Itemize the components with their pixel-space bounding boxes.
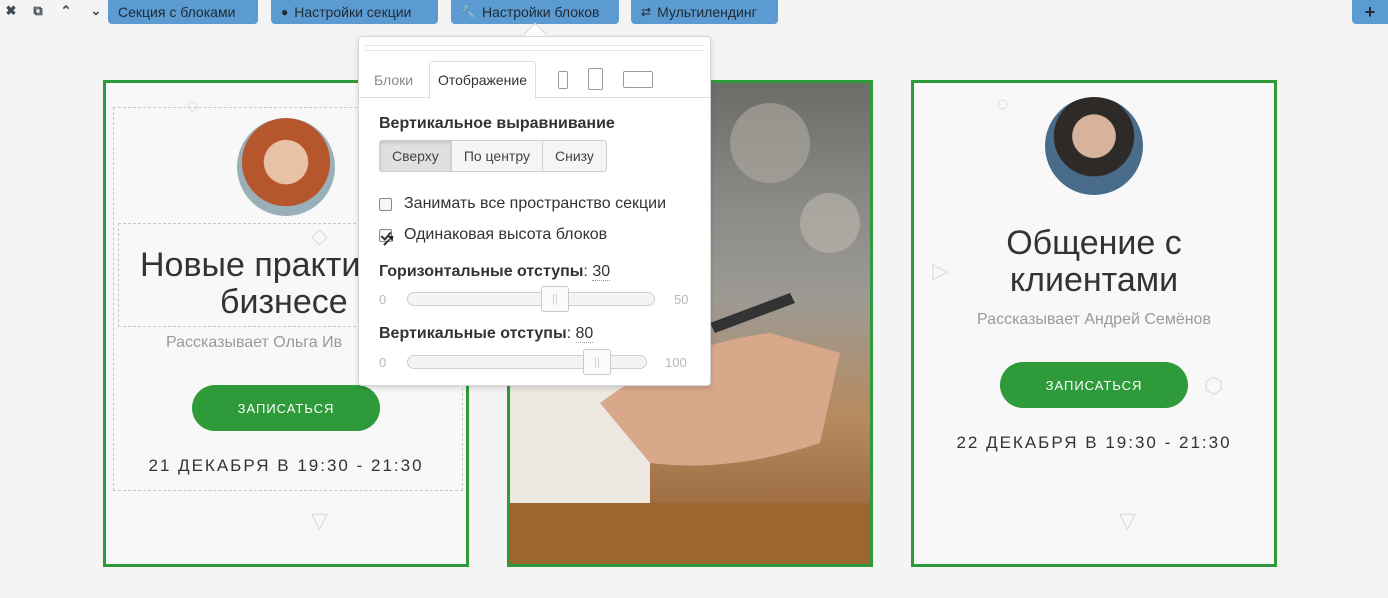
- card-title: Общение с клиентами: [1006, 224, 1182, 299]
- signup-button[interactable]: ЗАПИСАТЬСЯ: [192, 385, 380, 431]
- v-spacing-label: Вертикальные отступы: 80: [379, 325, 594, 343]
- fill-section-option[interactable]: Занимать все пространство секции: [379, 195, 666, 213]
- v-spacing-slider[interactable]: [407, 355, 647, 369]
- h-max-label: 50: [674, 292, 689, 307]
- add-icon[interactable]: +: [1352, 0, 1388, 24]
- copy-icon[interactable]: ⧉: [27, 0, 49, 22]
- move-down-icon[interactable]: ⌄: [85, 0, 107, 22]
- h-spacing-value[interactable]: 30: [592, 263, 611, 281]
- h-spacing-slider[interactable]: [407, 292, 655, 306]
- mobile-device-icon[interactable]: [558, 71, 568, 89]
- h-min-label: 0: [379, 292, 387, 307]
- block-settings-button[interactable]: 🔧 Настройки блоков: [451, 0, 619, 24]
- circle-deco-icon: ○: [996, 91, 1010, 116]
- desktop-device-icon[interactable]: [623, 71, 653, 88]
- avatar: [1045, 97, 1143, 195]
- event-date: 22 ДЕКАБРЯ В 19:30 - 21:30: [956, 433, 1232, 452]
- triangle-deco-icon: ▽: [1119, 508, 1136, 533]
- block-settings-popup: Блоки Отображение Вертикальное выравнива…: [358, 36, 711, 386]
- wrench-icon: 🔧: [461, 5, 476, 19]
- h-spacing-handle[interactable]: ||: [541, 286, 569, 312]
- popup-tabs: Блоки Отображение: [359, 61, 710, 99]
- fill-section-checkbox[interactable]: [379, 197, 392, 211]
- card-subtitle: Рассказывает Андрей Семёнов: [977, 311, 1211, 328]
- close-icon[interactable]: ✖: [0, 0, 22, 22]
- triangle-deco-icon: ▽: [311, 508, 328, 533]
- drag-handle[interactable]: [365, 45, 704, 51]
- tablet-device-icon[interactable]: [588, 68, 603, 90]
- section-settings-button[interactable]: ● Настройки секции: [271, 0, 438, 24]
- vertical-align-group: Сверху По центру Снизу: [379, 140, 607, 172]
- signup-button[interactable]: ЗАПИСАТЬСЯ: [1000, 362, 1188, 408]
- v-min-label: 0: [379, 355, 387, 370]
- event-card-2: ○ ▷ ⬡ ▽ Общение с клиентами Рассказывает …: [911, 80, 1277, 567]
- v-spacing-value[interactable]: 80: [575, 325, 594, 343]
- tab-display[interactable]: Отображение: [429, 61, 537, 99]
- equal-height-option[interactable]: Одинаковая высота блоков: [379, 226, 607, 244]
- move-up-icon[interactable]: ⌃: [55, 0, 77, 22]
- align-center-button[interactable]: По центру: [450, 140, 543, 172]
- avatar: [237, 118, 335, 216]
- drop-icon: ●: [281, 5, 289, 19]
- v-max-label: 100: [665, 355, 687, 370]
- v-spacing-handle[interactable]: ||: [583, 349, 611, 375]
- shuffle-icon: ⇄: [641, 5, 652, 19]
- h-spacing-label: Горизонтальные отступы: 30: [379, 263, 611, 281]
- tab-blocks[interactable]: Блоки: [374, 61, 413, 98]
- vertical-align-heading: Вертикальное выравнивание: [379, 115, 615, 132]
- mouse-cursor-icon: ➚: [381, 230, 397, 250]
- section-blocks-button[interactable]: Секция с блоками: [108, 0, 258, 24]
- hexagon-deco-icon: ⬡: [1204, 373, 1224, 398]
- align-bottom-button[interactable]: Снизу: [541, 140, 607, 172]
- multilanding-button[interactable]: ⇄ Мультилендинг: [631, 0, 778, 24]
- event-date: 21 ДЕКАБРЯ В 19:30 - 21:30: [148, 456, 424, 475]
- align-top-button[interactable]: Сверху: [379, 140, 452, 172]
